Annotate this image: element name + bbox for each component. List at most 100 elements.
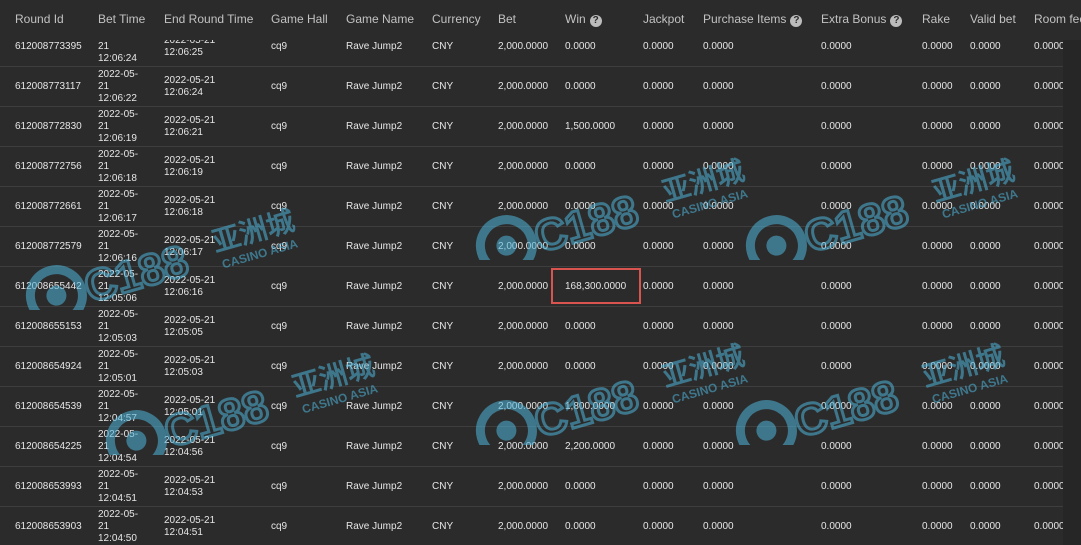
cell-bet: 2,000.0000 — [498, 121, 549, 132]
cell-bet-time-lines: 2022-05- 21 12:04:57 — [98, 389, 138, 425]
column-header-room-fee[interactable]: Room fee — [1034, 12, 1081, 26]
cell-end-round-time: 2022-05-21 12:05:01 — [164, 387, 215, 427]
cell-extra: 0.0000 — [821, 321, 852, 332]
cell-currency: CNY — [432, 161, 454, 172]
table-row[interactable]: 612008653993 cq9 Rave Jump2 CNY 2,000.0000 0.… — [0, 467, 1063, 507]
table-row[interactable]: 612008655153 cq9 Rave Jump2 CNY 2,000.0000 0.… — [0, 307, 1063, 347]
cell-end-round-time-line: 2022-05-21 — [164, 195, 216, 206]
column-header-currency[interactable]: Currency — [432, 12, 481, 26]
column-header-game-name[interactable]: Game Name — [346, 12, 414, 26]
table-row[interactable]: 612008653903 cq9 Rave Jump2 CNY 2,000.0000 0.… — [0, 507, 1063, 545]
cell-bet-time-line: 2022-05- — [98, 149, 139, 160]
cell-room-fee: 0.0000 — [1034, 201, 1063, 212]
cell-bet-time-line: 12:06:22 — [98, 93, 137, 104]
help-icon[interactable]: ? — [790, 15, 803, 27]
cell-end-round-time: 2022-05-21 12:06:16 — [164, 267, 215, 307]
column-header-label: Jackpot — [643, 12, 685, 26]
table-row[interactable]: 612008654225 cq9 Rave Jump2 CNY 2,000.0000 2,… — [0, 427, 1063, 467]
cell-extra: 0.0000 — [821, 201, 852, 212]
cell-end-round-time-line: 2022-05-21 — [164, 475, 216, 486]
column-header-bet-time[interactable]: Bet Time — [98, 12, 145, 26]
cell-bet-time: 2022-05- 21 12:04:54 — [98, 427, 138, 467]
cell-bet-time-lines: 2022-05- 21 12:06:18 — [98, 149, 138, 185]
cell-rake: 0.0000 — [922, 481, 953, 492]
cell-win: 0.0000 — [565, 481, 596, 492]
column-header-label: Currency — [432, 12, 481, 26]
column-header-valid-bet[interactable]: Valid bet — [970, 12, 1016, 26]
cell-purchase: 0.0000 — [703, 281, 734, 292]
column-header-label: End Round Time — [164, 12, 254, 26]
column-header-label: Purchase Items — [703, 12, 787, 26]
cell-room-fee: 0.0000 — [1034, 361, 1063, 372]
cell-bet-time-line: 2022-05- — [98, 429, 139, 440]
cell-bet-time-lines: 2022-05- 21 12:06:22 — [98, 69, 138, 105]
cell-bet: 2,000.0000 — [498, 81, 549, 92]
column-header-game-hall[interactable]: Game Hall — [271, 12, 328, 26]
cell-end-round-time-line: 2022-05-21 — [164, 155, 216, 166]
cell-round-id: 612008653903 — [15, 521, 82, 532]
cell-bet-time: 2022-05- 21 12:05:06 — [98, 267, 138, 307]
cell-round-id: 612008772830 — [15, 121, 82, 132]
cell-end-round-time-lines: 2022-05-21 12:06:24 — [164, 75, 215, 99]
cell-win: 2,200.0000 — [565, 441, 616, 452]
cell-jackpot: 0.0000 — [643, 401, 674, 412]
cell-currency: CNY — [432, 241, 454, 252]
help-icon[interactable]: ? — [890, 15, 903, 27]
cell-valid-bet: 0.0000 — [970, 121, 1001, 132]
cell-bet-time-lines: 2022-05- 21 12:05:06 — [98, 269, 138, 305]
table-row[interactable]: 612008772661 cq9 Rave Jump2 CNY 2,000.0000 0.… — [0, 187, 1063, 227]
vertical-scrollbar[interactable] — [1063, 40, 1081, 545]
table-row[interactable]: 612008772830 cq9 Rave Jump2 CNY 2,000.0000 1,… — [0, 107, 1063, 147]
table-header: Round Id Bet Time End Round Time Game Hall G… — [0, 0, 1081, 40]
table-row[interactable]: 612008654924 cq9 Rave Jump2 CNY 2,000.0000 0.… — [0, 347, 1063, 387]
cell-rake: 0.0000 — [922, 401, 953, 412]
column-header-rake[interactable]: Rake — [922, 12, 950, 26]
table-row[interactable]: 612008772579 cq9 Rave Jump2 CNY 2,000.0000 0.… — [0, 227, 1063, 267]
cell-room-fee: 0.0000 — [1034, 441, 1063, 452]
cell-valid-bet: 0.0000 — [970, 401, 1001, 412]
cell-rake: 0.0000 — [922, 81, 953, 92]
cell-room-fee: 0.0000 — [1034, 481, 1063, 492]
column-header-purchase-items[interactable]: Purchase Items? — [703, 12, 803, 27]
cell-currency: CNY — [432, 441, 454, 452]
cell-room-fee: 0.0000 — [1034, 241, 1063, 252]
help-icon[interactable]: ? — [589, 15, 602, 27]
column-header-bet[interactable]: Bet — [498, 12, 516, 26]
cell-game: Rave Jump2 — [346, 401, 403, 412]
cell-bet: 2,000.0000 — [498, 401, 549, 412]
column-header-label: Win — [565, 12, 586, 26]
table-row[interactable]: 612008772756 cq9 Rave Jump2 CNY 2,000.0000 0.… — [0, 147, 1063, 187]
cell-round-id: 612008654539 — [15, 401, 82, 412]
column-header-extra-bonus[interactable]: Extra Bonus? — [821, 12, 903, 27]
cell-bet-time-line: 2022-05- — [98, 69, 139, 80]
column-header-jackpot[interactable]: Jackpot — [643, 12, 684, 26]
round-history-view: Round Id Bet Time End Round Time Game Hall G… — [0, 0, 1081, 545]
cell-end-round-time-line: 2022-05-21 — [164, 435, 216, 446]
cell-round-id: 612008655442 — [15, 281, 82, 292]
column-header-win[interactable]: Win? — [565, 12, 602, 27]
cell-extra: 0.0000 — [821, 441, 852, 452]
cell-win: 0.0000 — [565, 241, 596, 252]
cell-round-id: 612008654225 — [15, 441, 82, 452]
cell-bet-time-lines: 2022-05- 21 12:05:01 — [98, 349, 138, 385]
cell-bet-time-line: 12:05:06 — [98, 293, 137, 304]
cell-bet: 2,000.0000 — [498, 441, 549, 452]
cell-end-round-time: 2022-05-21 12:06:24 — [164, 67, 215, 107]
column-header-end-round-time[interactable]: End Round Time — [164, 12, 253, 26]
cell-purchase: 0.0000 — [703, 361, 734, 372]
cell-game: Rave Jump2 — [346, 441, 403, 452]
table-row[interactable]: 612008773117 cq9 Rave Jump2 CNY 2,000.0000 0.… — [0, 67, 1063, 107]
cell-valid-bet: 0.0000 — [970, 521, 1001, 532]
column-header-round-id[interactable]: Round Id — [15, 12, 64, 26]
cell-room-fee: 0.0000 — [1034, 401, 1063, 412]
cell-purchase: 0.0000 — [703, 441, 734, 452]
table-row[interactable]: 612008654539 cq9 Rave Jump2 CNY 2,000.0000 1,… — [0, 387, 1063, 427]
cell-bet-time: 2022-05- 21 12:06:19 — [98, 107, 138, 147]
cell-game: Rave Jump2 — [346, 161, 403, 172]
cell-purchase: 0.0000 — [703, 201, 734, 212]
table-row[interactable]: 612008655442 cq9 Rave Jump2 CNY 2,000.0000 16… — [0, 267, 1063, 307]
cell-currency: CNY — [432, 401, 454, 412]
cell-bet-time: 2022-05- 21 12:06:18 — [98, 147, 138, 187]
cell-currency: CNY — [432, 121, 454, 132]
cell-rake: 0.0000 — [922, 321, 953, 332]
